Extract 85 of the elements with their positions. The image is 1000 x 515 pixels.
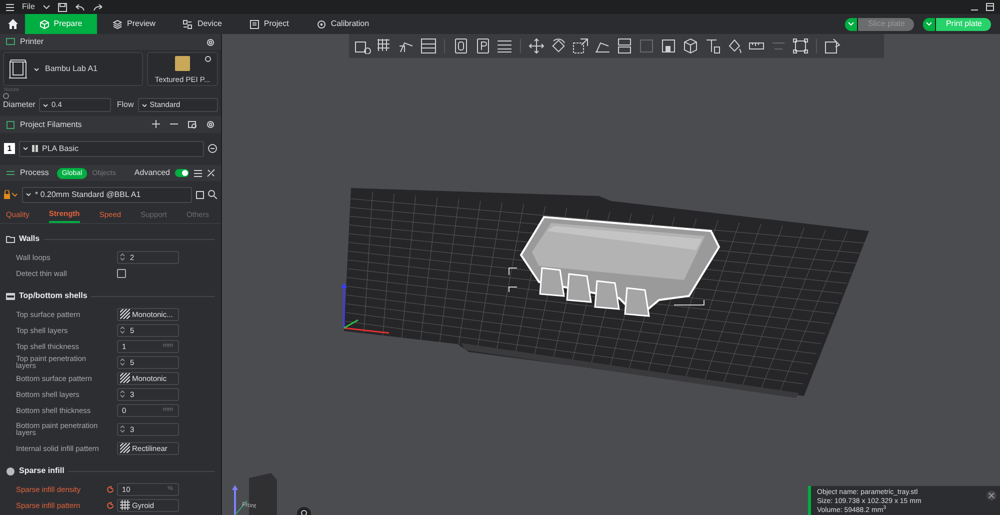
menu-icon[interactable] <box>6 4 14 10</box>
assembly-icon[interactable] <box>791 38 810 54</box>
section-heading: Top/bottom shells <box>19 290 88 302</box>
preset-dropdown[interactable]: * 0.20mm Standard @BBL A1 <box>22 186 192 202</box>
field-label: Flow <box>116 99 134 111</box>
undo-icon[interactable] <box>74 4 85 10</box>
section-heading: Walls <box>19 233 40 246</box>
filament-spool-icon <box>32 145 38 152</box>
split-icon[interactable] <box>615 38 634 54</box>
advanced-switch[interactable] <box>175 169 189 177</box>
move-icon[interactable] <box>527 38 546 54</box>
printer-name: Bambu Lab A1 <box>45 63 98 75</box>
settings-icon[interactable] <box>206 120 215 129</box>
scale-icon[interactable] <box>571 38 590 54</box>
layers-icon <box>113 20 122 28</box>
wall-icon <box>6 234 15 244</box>
stepper-icon[interactable] <box>120 326 125 334</box>
file-menu[interactable]: File <box>22 1 35 13</box>
tab[interactable]: Preview <box>99 14 170 34</box>
stepper-icon[interactable] <box>120 425 125 434</box>
device-icon <box>183 20 192 28</box>
axis-drawing <box>341 283 390 334</box>
process-icon <box>6 169 15 177</box>
save-icon[interactable] <box>196 190 204 198</box>
tab[interactable]: Calibration <box>302 14 384 34</box>
stepper-icon[interactable] <box>120 390 125 398</box>
tab[interactable]: Project <box>236 14 303 34</box>
document-icon <box>250 20 259 28</box>
cube-outline-icon[interactable] <box>681 38 700 54</box>
layout-icon[interactable] <box>419 38 438 54</box>
section-title: Printer <box>20 36 45 48</box>
chevron-down-icon <box>23 147 28 150</box>
chevron-down-icon <box>142 104 147 106</box>
list-icon[interactable] <box>194 170 202 176</box>
filament-index: 1 <box>4 143 15 154</box>
search-icon[interactable] <box>208 190 217 199</box>
boolean-icon[interactable] <box>659 38 678 54</box>
chevron-down-icon <box>926 22 932 26</box>
section-heading: Sparse infill <box>19 465 64 478</box>
monitor-icon <box>6 38 15 46</box>
nozzle-icon <box>3 93 9 99</box>
camera-icon[interactable] <box>297 507 311 515</box>
filament-dropdown[interactable]: PLA Basic <box>19 140 204 156</box>
remove-circle-icon[interactable] <box>208 144 217 153</box>
chevron-down-icon <box>848 22 854 26</box>
redo-icon[interactable] <box>92 4 103 10</box>
stepper-icon[interactable] <box>120 358 125 366</box>
restore-icon[interactable] <box>986 3 994 11</box>
home-icon[interactable] <box>8 19 18 29</box>
pattern-icon <box>120 373 130 384</box>
plate-swatch-icon <box>175 56 190 71</box>
layers-list-icon[interactable] <box>495 38 514 54</box>
tab[interactable]: Device <box>169 14 236 34</box>
chevron-down-icon[interactable] <box>42 5 50 9</box>
checkbox[interactable] <box>117 268 126 278</box>
info-icon[interactable] <box>205 56 211 62</box>
add-icon[interactable] <box>152 120 161 129</box>
advanced-label: Advanced <box>134 167 170 179</box>
reset-icon[interactable] <box>107 486 114 494</box>
reset-icon[interactable] <box>107 502 114 510</box>
save-icon[interactable] <box>58 2 67 12</box>
section-title: Project Filaments <box>20 118 83 130</box>
stepper-icon[interactable] <box>120 253 125 262</box>
chevron-down-icon <box>43 104 48 106</box>
compare-icon[interactable] <box>207 169 215 177</box>
view-cube-drawing <box>232 473 277 515</box>
chevron-down-icon <box>34 68 39 70</box>
shell-icon <box>6 292 15 301</box>
printer-icon <box>8 59 28 79</box>
lock-icon[interactable] <box>4 190 18 199</box>
settings-icon[interactable] <box>206 38 215 46</box>
cube-icon <box>40 20 49 28</box>
field-label: Diameter <box>3 99 36 111</box>
pattern-icon <box>120 500 130 510</box>
target-icon <box>316 20 326 28</box>
pattern-icon <box>120 309 130 320</box>
infill-icon <box>6 466 15 476</box>
printer-card[interactable]: Bambu Lab A1 <box>3 52 143 86</box>
section-title: Process <box>20 167 49 179</box>
filament-icon <box>6 120 15 128</box>
close-icon[interactable] <box>986 490 997 501</box>
object-settings-icon[interactable] <box>823 38 842 54</box>
chevron-down-icon <box>26 193 31 196</box>
sync-icon[interactable] <box>188 120 197 129</box>
pattern-icon <box>120 443 130 454</box>
